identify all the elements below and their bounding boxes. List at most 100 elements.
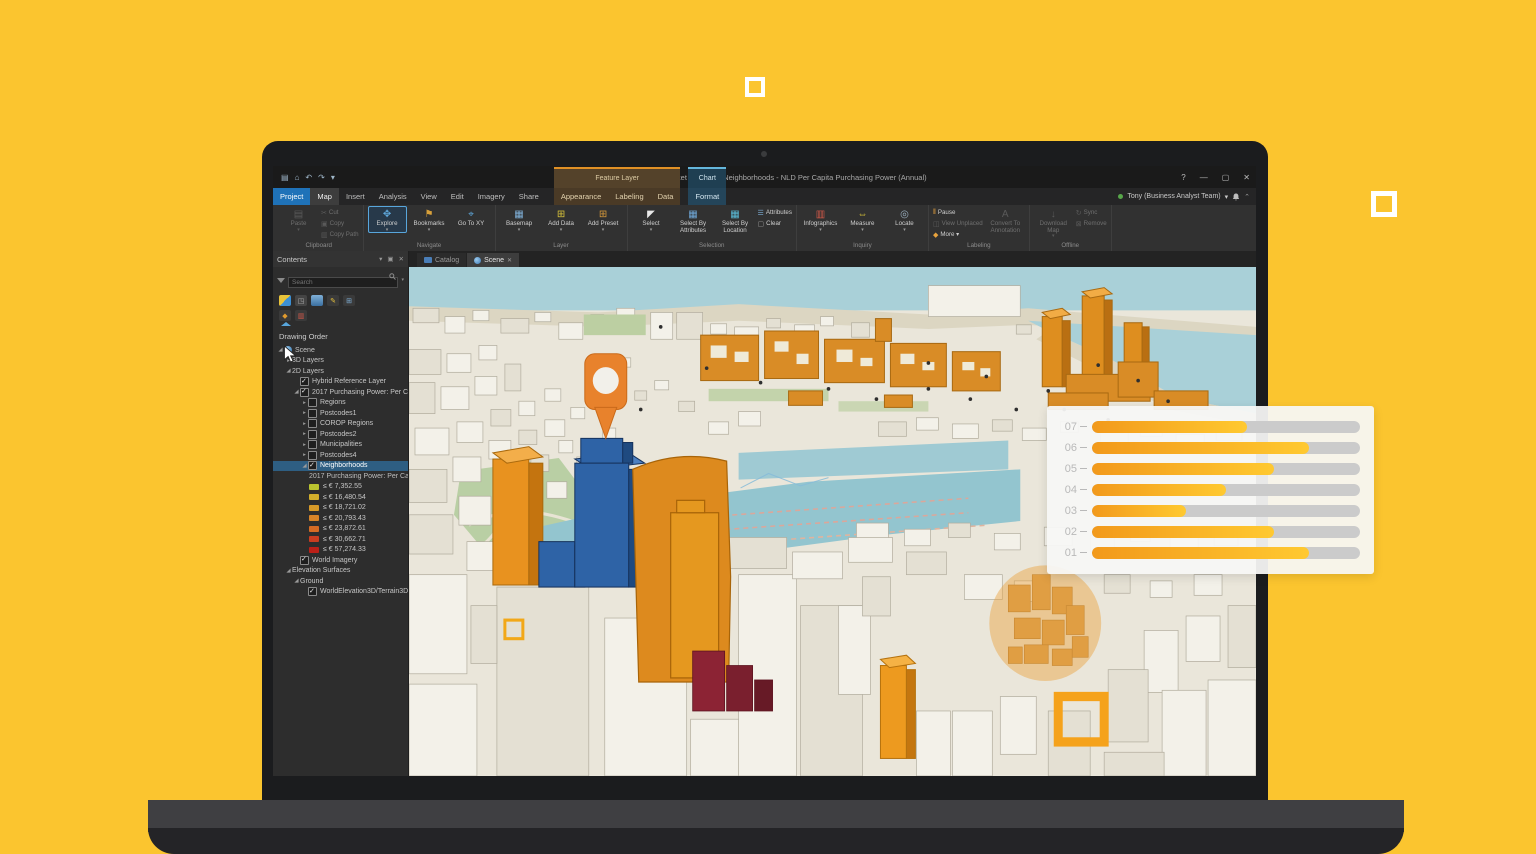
tree-item-2017-purchasing-power-per-capita[interactable]: ◢2017 Purchasing Power: Per Capita <box>273 387 408 398</box>
signed-in-user[interactable]: Tony (Business Analyst Team) <box>1127 193 1220 200</box>
more-button[interactable]: ◆More ▾ <box>933 230 983 239</box>
tab-edit[interactable]: Edit <box>444 188 471 205</box>
tab-share[interactable]: Share <box>512 188 546 205</box>
convert-to-annotation-button[interactable]: AConvert To Annotation <box>986 206 1025 235</box>
tree-item-worldelevation3d-terrain3d[interactable]: WorldElevation3D/Terrain3D <box>273 587 408 598</box>
tree-item-hybrid-reference-layer[interactable]: Hybrid Reference Layer <box>273 377 408 388</box>
layer-checkbox[interactable] <box>308 419 317 428</box>
layer-checkbox[interactable] <box>300 556 309 565</box>
collapsed-arrow-icon[interactable]: ▸ <box>301 442 308 448</box>
download-map-button[interactable]: ↓Download Map▾ <box>1034 206 1073 239</box>
tree-item-postcodes1[interactable]: ▸Postcodes1 <box>273 408 408 419</box>
user-menu-caret[interactable]: ▾ <box>1225 193 1229 201</box>
tree-item-world-imagery[interactable]: World Imagery <box>273 555 408 566</box>
save-icon[interactable]: ▤ <box>281 173 289 182</box>
explore-button[interactable]: ✥Explore▾ <box>368 206 407 233</box>
add-data-button[interactable]: ⊞Add Data▾ <box>542 206 581 233</box>
collapsed-arrow-icon[interactable]: ▸ <box>301 400 308 406</box>
layer-checkbox[interactable] <box>308 461 317 470</box>
expanded-arrow-icon[interactable]: ◢ <box>277 347 284 353</box>
tab-data[interactable]: Data <box>651 188 681 205</box>
sync-button[interactable]: ↻Sync <box>1076 208 1107 217</box>
collapsed-arrow-icon[interactable]: ▸ <box>301 452 308 458</box>
infographics-button[interactable]: ▥Infographics▾ <box>801 206 840 233</box>
home-icon[interactable]: ⌂ <box>295 173 300 182</box>
tab-appearance[interactable]: Appearance <box>554 188 608 205</box>
close-button[interactable]: ✕ <box>1243 173 1250 182</box>
search-options-caret[interactable]: ▾ <box>401 277 404 283</box>
layer-checkbox[interactable] <box>308 587 317 596</box>
select-by-attributes-button[interactable]: ▦Select By Attributes <box>674 206 713 235</box>
list-by-charts-icon[interactable]: ▥ <box>295 310 307 321</box>
view-tab-catalog[interactable]: Catalog <box>417 253 466 267</box>
measure-button[interactable]: ⇔Measure▾ <box>843 206 882 233</box>
paste-button[interactable]: ▤Paste▾ <box>279 206 318 233</box>
tree-item-postcodes4[interactable]: ▸Postcodes4 <box>273 450 408 461</box>
expanded-arrow-icon[interactable]: ◢ <box>293 389 300 395</box>
layer-checkbox[interactable] <box>308 398 317 407</box>
undo-icon[interactable]: ↶ <box>305 173 312 182</box>
tree-item-neighborhoods[interactable]: ◢Neighborhoods <box>273 461 408 472</box>
expanded-arrow-icon[interactable]: ◢ <box>285 368 292 374</box>
tab-analysis[interactable]: Analysis <box>372 188 414 205</box>
select-by-location-button[interactable]: ▦Select By Location <box>716 206 755 235</box>
tab-project[interactable]: Project <box>273 188 310 205</box>
tree-item-elevation-surfaces[interactable]: ◢Elevation Surfaces <box>273 566 408 577</box>
attributes-button[interactable]: ☰Attributes <box>758 208 792 217</box>
tree-item-regions[interactable]: ▸Regions <box>273 398 408 409</box>
list-by-editing-icon[interactable]: ✎ <box>327 295 339 306</box>
tab-labeling[interactable]: Labeling <box>608 188 650 205</box>
layer-checkbox[interactable] <box>308 409 317 418</box>
tree-item-municipalities[interactable]: ▸Municipalities <box>273 440 408 451</box>
tab-view[interactable]: View <box>414 188 444 205</box>
help-button[interactable]: ? <box>1181 173 1185 182</box>
remove-button[interactable]: ⊠Remove <box>1076 219 1107 228</box>
pin-panel-icon[interactable]: ▣ <box>387 255 393 263</box>
layer-checkbox[interactable] <box>308 440 317 449</box>
layer-checkbox[interactable] <box>308 430 317 439</box>
filter-funnel-icon[interactable] <box>277 278 285 283</box>
tab-imagery[interactable]: Imagery <box>471 188 512 205</box>
collapsed-arrow-icon[interactable]: ▸ <box>301 410 308 416</box>
maximize-button[interactable]: ▢ <box>1222 173 1230 182</box>
layer-checkbox[interactable] <box>300 377 309 386</box>
view-unplaced-button[interactable]: ◫View Unplaced <box>933 219 983 228</box>
tree-item-2d-layers[interactable]: ◢2D Layers <box>273 366 408 377</box>
search-input[interactable] <box>288 277 398 288</box>
collapse-panel-icon[interactable]: ▾ <box>379 255 382 263</box>
bookmarks-button[interactable]: ⚑Bookmarks▾ <box>410 206 449 233</box>
close-tab-icon[interactable]: ✕ <box>507 257 512 264</box>
locate-button[interactable]: ◎Locate▾ <box>885 206 924 233</box>
list-by-labeling-icon[interactable]: ◆ <box>279 310 291 321</box>
notifications-bell-icon[interactable] <box>1232 193 1240 201</box>
go-to-xy-button[interactable]: ⌖Go To XY <box>452 206 491 229</box>
copy-path-button[interactable]: ▥Copy Path <box>321 230 359 239</box>
tab-insert[interactable]: Insert <box>339 188 372 205</box>
list-by-imagery-icon[interactable] <box>311 295 323 306</box>
layer-checkbox[interactable] <box>308 451 317 460</box>
copy-button[interactable]: ▣Copy <box>321 219 359 228</box>
list-by-snapping-icon[interactable]: ⊞ <box>343 295 355 306</box>
tab-map[interactable]: Map <box>310 188 339 205</box>
list-by-3d-icon[interactable]: ◳ <box>295 295 307 306</box>
expanded-arrow-icon[interactable]: ◢ <box>293 578 300 584</box>
collapsed-arrow-icon[interactable]: ▸ <box>301 421 308 427</box>
collapse-ribbon-icon[interactable]: ⌃ <box>1244 193 1250 201</box>
customize-qat-icon[interactable]: ▾ <box>331 173 335 182</box>
select-button[interactable]: ◤Select▾ <box>632 206 671 233</box>
redo-icon[interactable]: ↷ <box>318 173 325 182</box>
orange-building-curved[interactable] <box>633 456 731 682</box>
tab-format[interactable]: Format <box>688 188 726 205</box>
expanded-arrow-icon[interactable]: ◢ <box>285 568 292 574</box>
tree-item-postcodes2[interactable]: ▸Postcodes2 <box>273 429 408 440</box>
orange-tower-left[interactable] <box>493 447 543 585</box>
collapsed-arrow-icon[interactable]: ▸ <box>301 431 308 437</box>
add-preset-button[interactable]: ⊞Add Preset▾ <box>584 206 623 233</box>
layer-checkbox[interactable] <box>300 388 309 397</box>
tree-item-ground[interactable]: ◢Ground <box>273 576 408 587</box>
cut-button[interactable]: ✂Cut <box>321 208 359 217</box>
orange-tower-bottom[interactable] <box>880 655 915 758</box>
basemap-button[interactable]: ▦Basemap▾ <box>500 206 539 233</box>
expanded-arrow-icon[interactable]: ◢ <box>301 463 308 469</box>
clear-button[interactable]: ▢Clear <box>758 219 792 228</box>
